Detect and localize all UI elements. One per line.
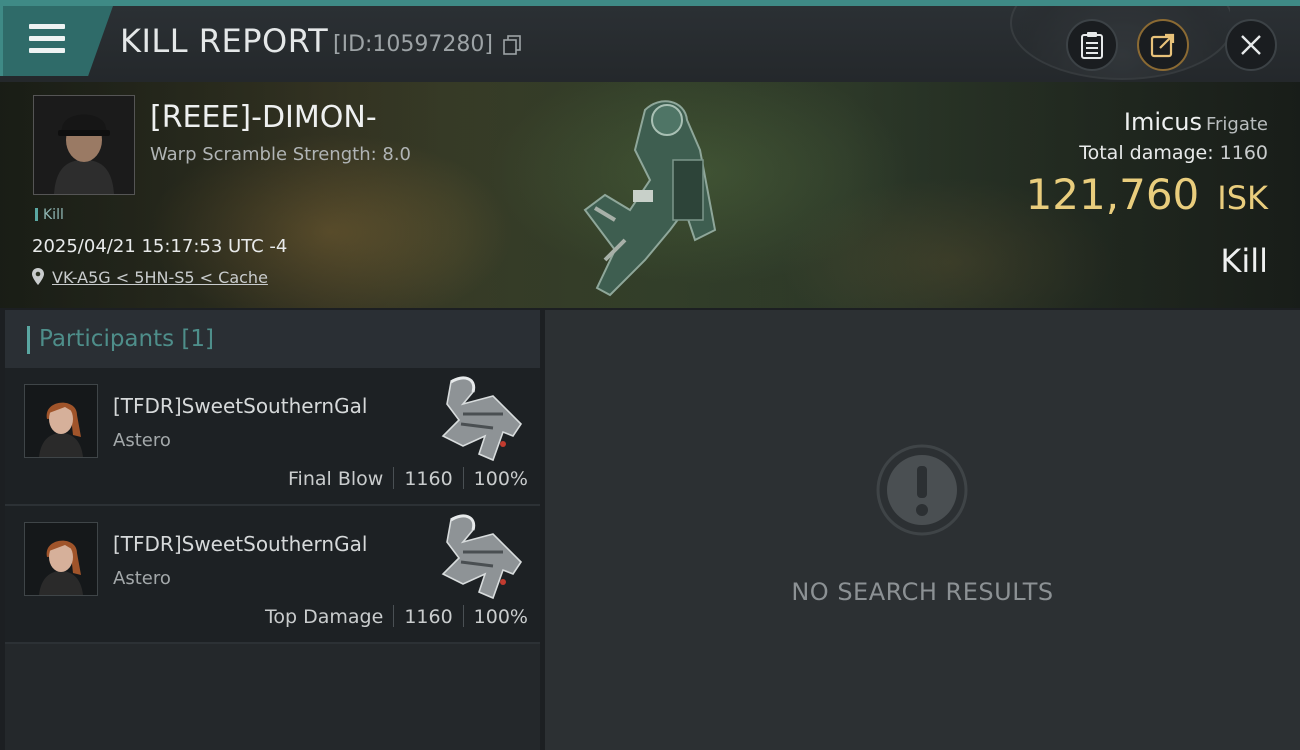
participant-name[interactable]: [TFDR]SweetSouthernGal [113, 532, 367, 556]
kill-tag: Kill [35, 207, 64, 223]
isk-amount: 121,760 [1025, 170, 1200, 219]
participant-percent: 100% [473, 606, 528, 628]
location-link[interactable]: VK-A5G < 5HN-S5 < Cache [32, 268, 268, 287]
victim-name[interactable]: [REEE]-DIMON- [150, 100, 377, 135]
participant-name[interactable]: [TFDR]SweetSouthernGal [113, 394, 367, 418]
no-results-text: NO SEARCH RESULTS [791, 578, 1054, 606]
menu-icon [29, 24, 65, 60]
isk-unit: ISK [1217, 179, 1268, 217]
participant-row[interactable]: [TFDR]SweetSouthernGal Astero Top Damage… [5, 506, 540, 644]
participant-row[interactable]: [TFDR]SweetSouthernGal Astero Final Blow… [5, 368, 540, 506]
participant-role: Top Damage [265, 606, 384, 628]
participant-role: Final Blow [288, 468, 384, 490]
participant-ship: Astero [113, 430, 171, 451]
close-icon [1241, 35, 1261, 55]
participant-stats: Final Blow 1160 100% [288, 467, 528, 490]
isk-value: 121,760 ISK [1026, 170, 1268, 219]
ship-class: Frigate [1205, 114, 1268, 135]
clipboard-button[interactable] [1066, 19, 1118, 71]
participant-damage: 1160 [404, 606, 453, 628]
participants-title: Participants [1] [39, 326, 214, 352]
clipboard-icon [1081, 32, 1103, 59]
participant-stats: Top Damage 1160 100% [265, 605, 528, 628]
share-button[interactable] [1137, 19, 1189, 71]
total-damage-label: Total damage: [1079, 142, 1214, 164]
participant-damage: 1160 [404, 468, 453, 490]
participant-percent: 100% [473, 468, 528, 490]
warp-scramble-strength: Warp Scramble Strength: 8.0 [150, 144, 412, 165]
details-panel: NO SEARCH RESULTS [545, 310, 1300, 750]
participant-ship-image [441, 514, 523, 600]
share-icon [1150, 33, 1175, 58]
participants-header: Participants [1] [5, 310, 540, 368]
kill-banner: [REEE]-DIMON- Warp Scramble Strength: 8.… [0, 82, 1300, 308]
ship-name[interactable]: Imicus [1124, 108, 1202, 136]
participant-ship: Astero [113, 568, 171, 589]
participants-panel: Participants [1] [TFDR]SweetSouthernGal … [5, 310, 540, 750]
kill-result: Kill [1220, 242, 1268, 280]
victim-portrait[interactable] [33, 95, 135, 195]
location-text: VK-A5G < 5HN-S5 < Cache [52, 268, 268, 287]
exclamation-icon [876, 444, 968, 536]
participant-avatar[interactable] [24, 522, 98, 596]
total-damage: Total damage: 1160 [1079, 142, 1268, 164]
location-pin-icon [32, 268, 44, 285]
page-title: KILL REPORT [120, 22, 329, 60]
victim-ship: Imicus Frigate [1124, 108, 1268, 136]
kill-datetime: 2025/04/21 15:17:53 UTC -4 [32, 236, 288, 257]
participant-ship-image [441, 376, 523, 462]
report-id: [ID:10597280] [333, 32, 493, 57]
close-button[interactable] [1225, 19, 1277, 71]
participant-avatar[interactable] [24, 384, 98, 458]
copy-icon[interactable] [503, 35, 521, 55]
total-damage-value: 1160 [1219, 142, 1268, 164]
victim-ship-image [583, 100, 717, 297]
